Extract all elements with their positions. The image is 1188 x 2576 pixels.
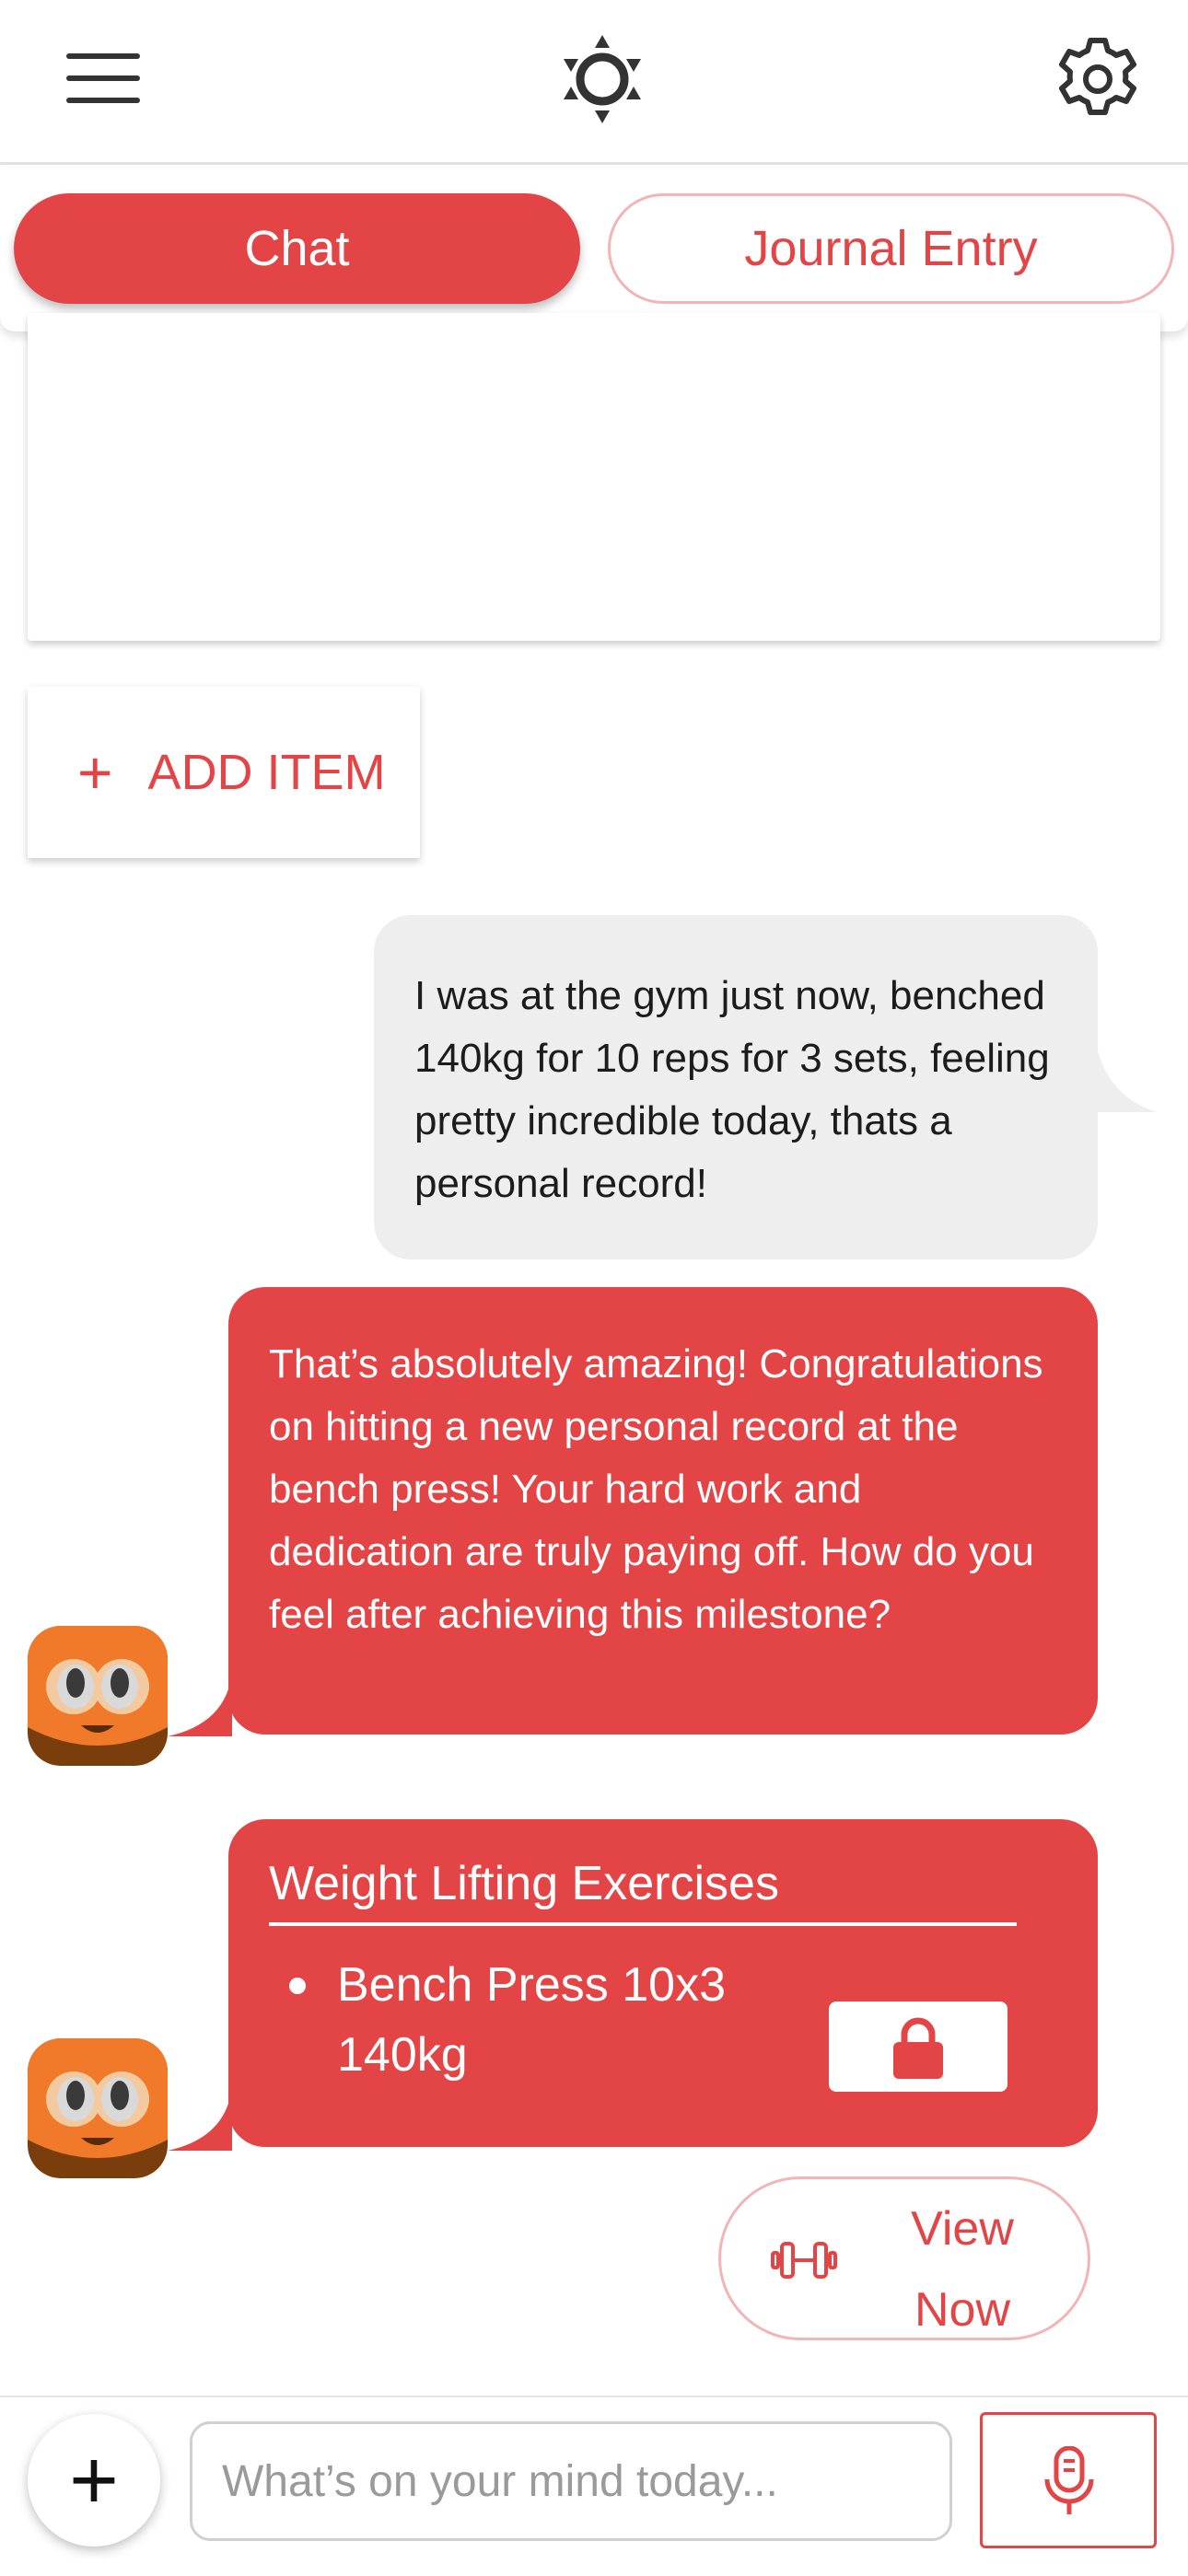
bubble-tail <box>168 1672 232 1736</box>
microphone-button[interactable] <box>980 2412 1157 2548</box>
sun-brightness-icon[interactable] <box>562 33 643 125</box>
tab-journal-entry[interactable]: Journal Entry <box>608 193 1174 304</box>
plus-icon: + <box>69 2433 119 2527</box>
exercise-card-bubble: Weight Lifting Exercises Bench Press 10x… <box>228 1819 1098 2147</box>
bubble-tail <box>1092 1020 1157 1112</box>
exercise-item-text: Bench Press 10x3 140kg <box>337 1958 727 2082</box>
tab-chat[interactable]: Chat <box>14 193 580 304</box>
add-item-label: ADD ITEM <box>147 745 386 800</box>
lock-button[interactable] <box>829 2002 1007 2092</box>
user-message-bubble: I was at the gym just now, benched 140kg… <box>374 915 1098 1259</box>
view-now-label: View Now <box>911 2202 1014 2337</box>
hamburger-menu-icon[interactable] <box>66 53 140 103</box>
exercise-list-item: Bench Press 10x3 140kg <box>269 1950 761 2090</box>
bot-message-bubble: That’s absolutely amazing! Congratulatio… <box>228 1287 1098 1735</box>
exercise-card-title: Weight Lifting Exercises <box>269 1856 1017 1926</box>
bot-avatar <box>28 2038 168 2178</box>
dumbbell-icon <box>771 2242 837 2279</box>
gear-icon[interactable] <box>1055 37 1140 122</box>
microphone-icon <box>1044 2446 1094 2514</box>
plus-icon: + <box>77 738 113 806</box>
bubble-tail <box>168 2086 232 2151</box>
message-input[interactable] <box>190 2421 952 2541</box>
add-item-button[interactable]: + ADD ITEM <box>28 687 420 858</box>
add-attachment-button[interactable]: + <box>28 2414 160 2547</box>
bot-avatar <box>28 1626 168 1766</box>
lock-icon <box>893 2017 943 2079</box>
bullet <box>289 1978 306 1994</box>
view-now-button[interactable]: View Now <box>718 2176 1090 2340</box>
item-list-card <box>28 313 1160 641</box>
app-header <box>0 0 1188 165</box>
